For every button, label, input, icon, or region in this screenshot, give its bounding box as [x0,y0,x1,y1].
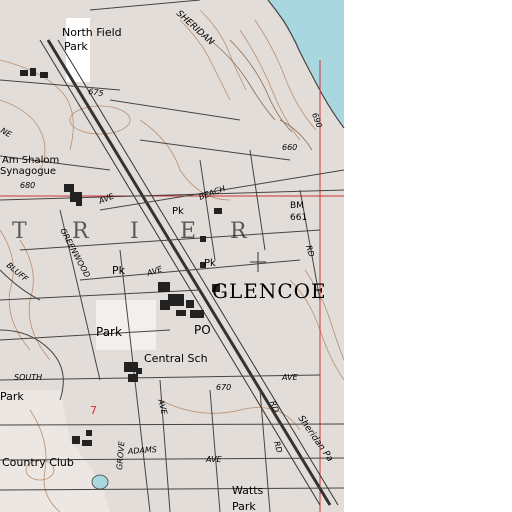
ave-label-3: AVE [281,373,299,382]
trier-letter-r2: R [230,219,248,244]
pk-label-2: Pk [112,264,126,277]
elevation-680: 680 [20,181,35,190]
benchmark-label-2: 661 [290,213,307,223]
am-shalom-label-1: Am Shalom [2,155,59,166]
watts-label: Watts [232,484,264,497]
topographic-map: North Field Park 675 NE Am Shalom Synago… [0,0,512,512]
park-left-label: Park [0,390,24,403]
pk-label-1: Pk [172,206,184,217]
benchmark-label-1: BM [290,201,304,211]
trier-letter-e: E [180,219,196,244]
south-label: SOUTH [14,373,42,382]
pk-label-3: Pk [204,258,216,269]
section-number-7: 7 [90,404,97,417]
pond [91,474,109,490]
elevation-660: 660 [282,143,297,152]
post-office-label: PO [194,323,211,337]
central-school-label: Central Sch [144,352,208,365]
north-field-park-label-2: Park [64,40,88,53]
trier-letter-t: T [12,219,28,244]
am-shalom-label-2: Synagogue [0,166,56,177]
park-label: Park [96,325,122,339]
glencoe-label: GLENCOE [212,279,327,303]
elevation-670: 670 [216,383,231,392]
country-club-label: Country Club [2,456,74,469]
trier-letter-i: I [130,219,139,244]
north-field-park-label-1: North Field [62,26,122,39]
adams-ave-label: AVE [205,455,223,464]
trier-letter-r: R [72,219,90,244]
watts-park-label: Park [232,500,256,512]
